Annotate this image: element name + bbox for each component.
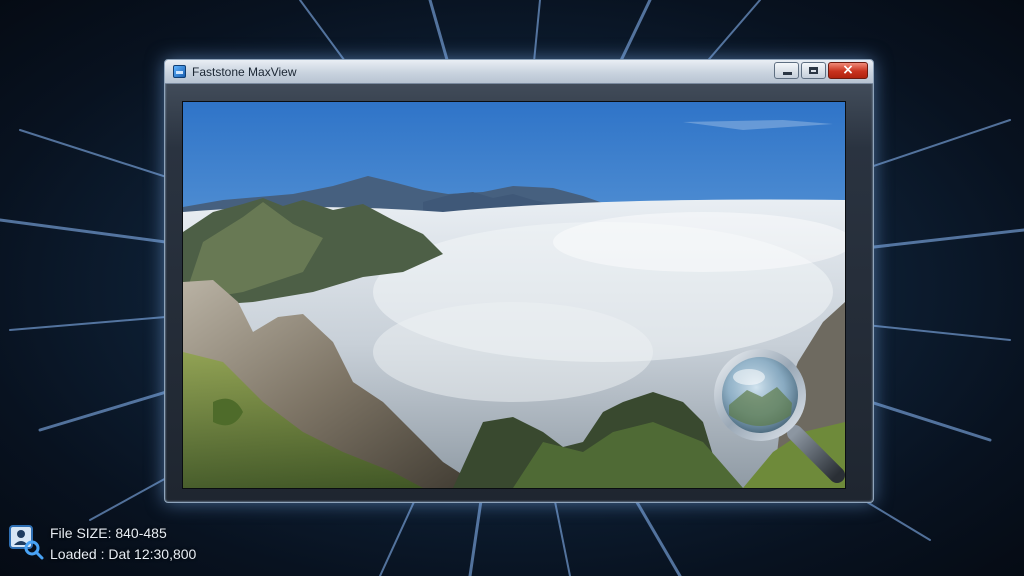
maximize-button[interactable]: [801, 62, 826, 79]
close-button[interactable]: ×: [828, 62, 868, 79]
title-bar[interactable]: Faststone MaxView ×: [165, 60, 873, 84]
user-zoom-icon: [9, 525, 44, 560]
app-icon: [173, 65, 186, 78]
minimize-icon: [783, 72, 792, 75]
maximize-icon: [809, 67, 818, 74]
file-size-text: File SIZE: 840-485: [50, 525, 167, 541]
magnifier-icon[interactable]: [707, 345, 852, 490]
close-icon: ×: [842, 62, 854, 78]
minimize-button[interactable]: [774, 62, 799, 79]
desktop-background: Faststone MaxView × File SIZE: 840-485 L…: [0, 0, 1024, 576]
window-title: Faststone MaxView: [192, 65, 297, 79]
loaded-time-text: Loaded : Dat 12:30,800: [50, 546, 197, 562]
